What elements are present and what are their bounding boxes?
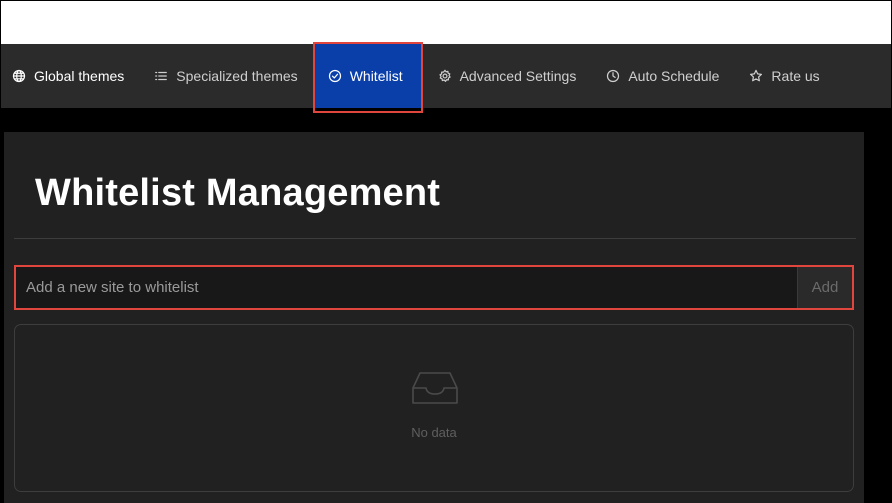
nav-tab-label: Rate us [771, 68, 820, 84]
nav-tab-rate-us[interactable]: Rate us [734, 44, 834, 108]
nav-tab-label: Global themes [34, 68, 125, 84]
whitelist-panel: Whitelist Management Add No data [4, 132, 864, 503]
nav-tab-auto-schedule[interactable]: Auto Schedule [591, 44, 734, 108]
top-navbar: Global themes Specialized themes Whiteli… [1, 42, 891, 113]
gear-icon [438, 69, 451, 82]
nav-tab-whitelist[interactable]: Whitelist [312, 42, 423, 113]
nav-tab-label: Specialized themes [176, 68, 298, 84]
nav-tab-advanced-settings[interactable]: Advanced Settings [423, 44, 592, 108]
add-site-input[interactable] [16, 267, 797, 308]
list-icon [155, 71, 168, 81]
title-divider [14, 238, 856, 239]
check-circle-icon [328, 69, 341, 83]
clock-icon [607, 69, 620, 83]
nav-tab-specialized-themes[interactable]: Specialized themes [139, 44, 312, 108]
inbox-icon [411, 370, 459, 406]
star-icon [750, 69, 763, 82]
nav-tab-label: Whitelist [349, 68, 403, 84]
empty-state-text: No data [411, 425, 457, 440]
top-strip [1, 1, 891, 44]
nav-tab-label: Advanced Settings [459, 68, 577, 84]
globe-icon [12, 69, 26, 83]
nav-tab-global-themes[interactable]: Global themes [1, 44, 139, 108]
add-site-row: Add [14, 265, 854, 310]
nav-tab-label: Auto Schedule [628, 68, 720, 84]
page-title: Whitelist Management [35, 172, 441, 214]
whitelist-list: No data [14, 324, 854, 492]
add-button[interactable]: Add [797, 267, 852, 308]
